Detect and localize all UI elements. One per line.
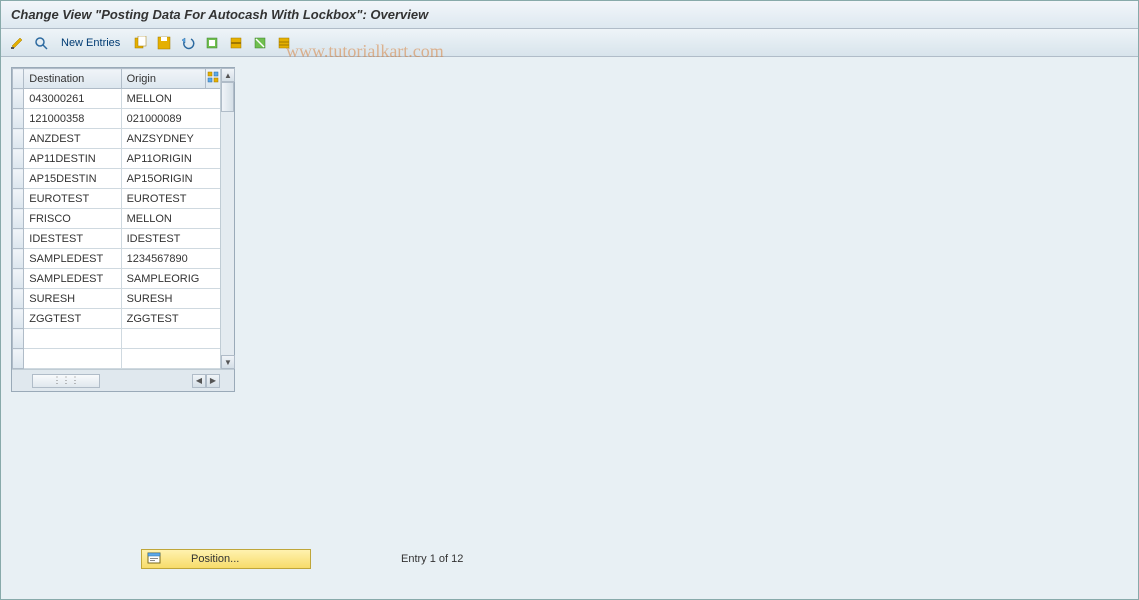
row-selector[interactable] — [13, 249, 24, 269]
scroll-track[interactable] — [221, 82, 234, 355]
cell-destination[interactable]: IDESTEST — [24, 229, 121, 249]
scroll-down-icon[interactable]: ▼ — [221, 355, 235, 369]
entry-counter: Entry 1 of 12 — [401, 553, 463, 565]
cell-origin[interactable]: SURESH — [121, 289, 221, 309]
table-container: Destination Origin 043000261MELLON121000… — [11, 67, 235, 392]
row-selector[interactable] — [13, 349, 24, 369]
cell-destination[interactable]: FRISCO — [24, 209, 121, 229]
cell-origin[interactable]: SAMPLEORIG — [121, 269, 221, 289]
cell-destination[interactable]: EUROTEST — [24, 189, 121, 209]
table-row[interactable]: IDESTESTIDESTEST — [13, 229, 222, 249]
cell-origin[interactable]: ANZSYDNEY — [121, 129, 221, 149]
toolbar: New Entries — [1, 29, 1138, 57]
cell-origin[interactable] — [121, 329, 221, 349]
scroll-thumb[interactable] — [221, 82, 234, 112]
row-selector[interactable] — [13, 209, 24, 229]
cell-origin[interactable]: 021000089 — [121, 109, 221, 129]
select-all-icon[interactable] — [202, 33, 222, 53]
page-title: Change View "Posting Data For Autocash W… — [1, 1, 1138, 29]
toggle-edit-icon[interactable] — [7, 33, 27, 53]
details-icon[interactable] — [31, 33, 51, 53]
deselect-all-icon[interactable] — [250, 33, 270, 53]
row-selector[interactable] — [13, 109, 24, 129]
cell-destination[interactable]: SAMPLEDEST — [24, 269, 121, 289]
scroll-left-icon[interactable]: ◀ — [192, 374, 206, 388]
undo-icon[interactable] — [178, 33, 198, 53]
cell-destination[interactable]: AP11DESTIN — [24, 149, 121, 169]
cell-origin[interactable]: EUROTEST — [121, 189, 221, 209]
row-selector[interactable] — [13, 289, 24, 309]
row-selector[interactable] — [13, 129, 24, 149]
cell-origin[interactable]: AP15ORIGIN — [121, 169, 221, 189]
column-width-handle[interactable]: ⋮⋮⋮ — [32, 374, 100, 388]
cell-destination[interactable]: 043000261 — [24, 89, 121, 109]
column-header-destination[interactable]: Destination — [24, 69, 121, 89]
table-row[interactable]: AP15DESTINAP15ORIGIN — [13, 169, 222, 189]
row-selector[interactable] — [13, 169, 24, 189]
table-row[interactable]: ZGGTESTZGGTEST — [13, 309, 222, 329]
cell-destination[interactable]: SURESH — [24, 289, 121, 309]
table-settings-icon[interactable] — [274, 33, 294, 53]
copy-icon[interactable] — [130, 33, 150, 53]
save-icon[interactable] — [154, 33, 174, 53]
table-row[interactable]: AP11DESTINAP11ORIGIN — [13, 149, 222, 169]
cell-origin[interactable]: ZGGTEST — [121, 309, 221, 329]
table-row[interactable]: SURESHSURESH — [13, 289, 222, 309]
cell-origin[interactable]: 1234567890 — [121, 249, 221, 269]
cell-destination[interactable]: AP15DESTIN — [24, 169, 121, 189]
table-row[interactable] — [13, 349, 222, 369]
cell-destination[interactable]: ZGGTEST — [24, 309, 121, 329]
cell-origin[interactable]: MELLON — [121, 89, 221, 109]
table-row[interactable]: EUROTESTEUROTEST — [13, 189, 222, 209]
cell-destination[interactable]: ANZDEST — [24, 129, 121, 149]
cell-destination[interactable]: 121000358 — [24, 109, 121, 129]
row-selector[interactable] — [13, 149, 24, 169]
select-all-header[interactable] — [13, 69, 24, 89]
cell-destination[interactable] — [24, 329, 121, 349]
cell-origin[interactable] — [121, 349, 221, 369]
table-row[interactable]: SAMPLEDEST1234567890 — [13, 249, 222, 269]
table-row[interactable]: FRISCOMELLON — [13, 209, 222, 229]
cell-origin[interactable]: AP11ORIGIN — [121, 149, 221, 169]
data-grid: Destination Origin 043000261MELLON121000… — [12, 68, 222, 369]
table-row[interactable]: 043000261MELLON — [13, 89, 222, 109]
cell-destination[interactable]: SAMPLEDEST — [24, 249, 121, 269]
scroll-right-icon[interactable]: ▶ — [206, 374, 220, 388]
cell-destination[interactable] — [24, 349, 121, 369]
table-row[interactable]: ANZDESTANZSYDNEY — [13, 129, 222, 149]
row-selector[interactable] — [13, 229, 24, 249]
row-selector[interactable] — [13, 269, 24, 289]
footer-bar: Position... Entry 1 of 12 — [141, 549, 463, 569]
position-button[interactable]: Position... — [141, 549, 311, 569]
row-selector[interactable] — [13, 309, 24, 329]
cell-origin[interactable]: MELLON — [121, 209, 221, 229]
column-header-origin[interactable]: Origin — [121, 69, 205, 89]
table-row[interactable]: 121000358021000089 — [13, 109, 222, 129]
position-icon — [147, 552, 161, 566]
vertical-scrollbar[interactable]: ▲ ▼ — [220, 68, 234, 369]
select-block-icon[interactable] — [226, 33, 246, 53]
row-selector[interactable] — [13, 89, 24, 109]
table-row[interactable] — [13, 329, 222, 349]
horizontal-scroll-row: ⋮⋮⋮ ◀ ▶ — [12, 369, 234, 391]
row-selector[interactable] — [13, 189, 24, 209]
scroll-up-icon[interactable]: ▲ — [221, 68, 235, 82]
cell-origin[interactable]: IDESTEST — [121, 229, 221, 249]
table-row[interactable]: SAMPLEDESTSAMPLEORIG — [13, 269, 222, 289]
row-selector[interactable] — [13, 329, 24, 349]
new-entries-button[interactable]: New Entries — [55, 37, 126, 49]
position-button-label: Position... — [191, 553, 239, 565]
content-area: Destination Origin 043000261MELLON121000… — [1, 57, 1138, 599]
